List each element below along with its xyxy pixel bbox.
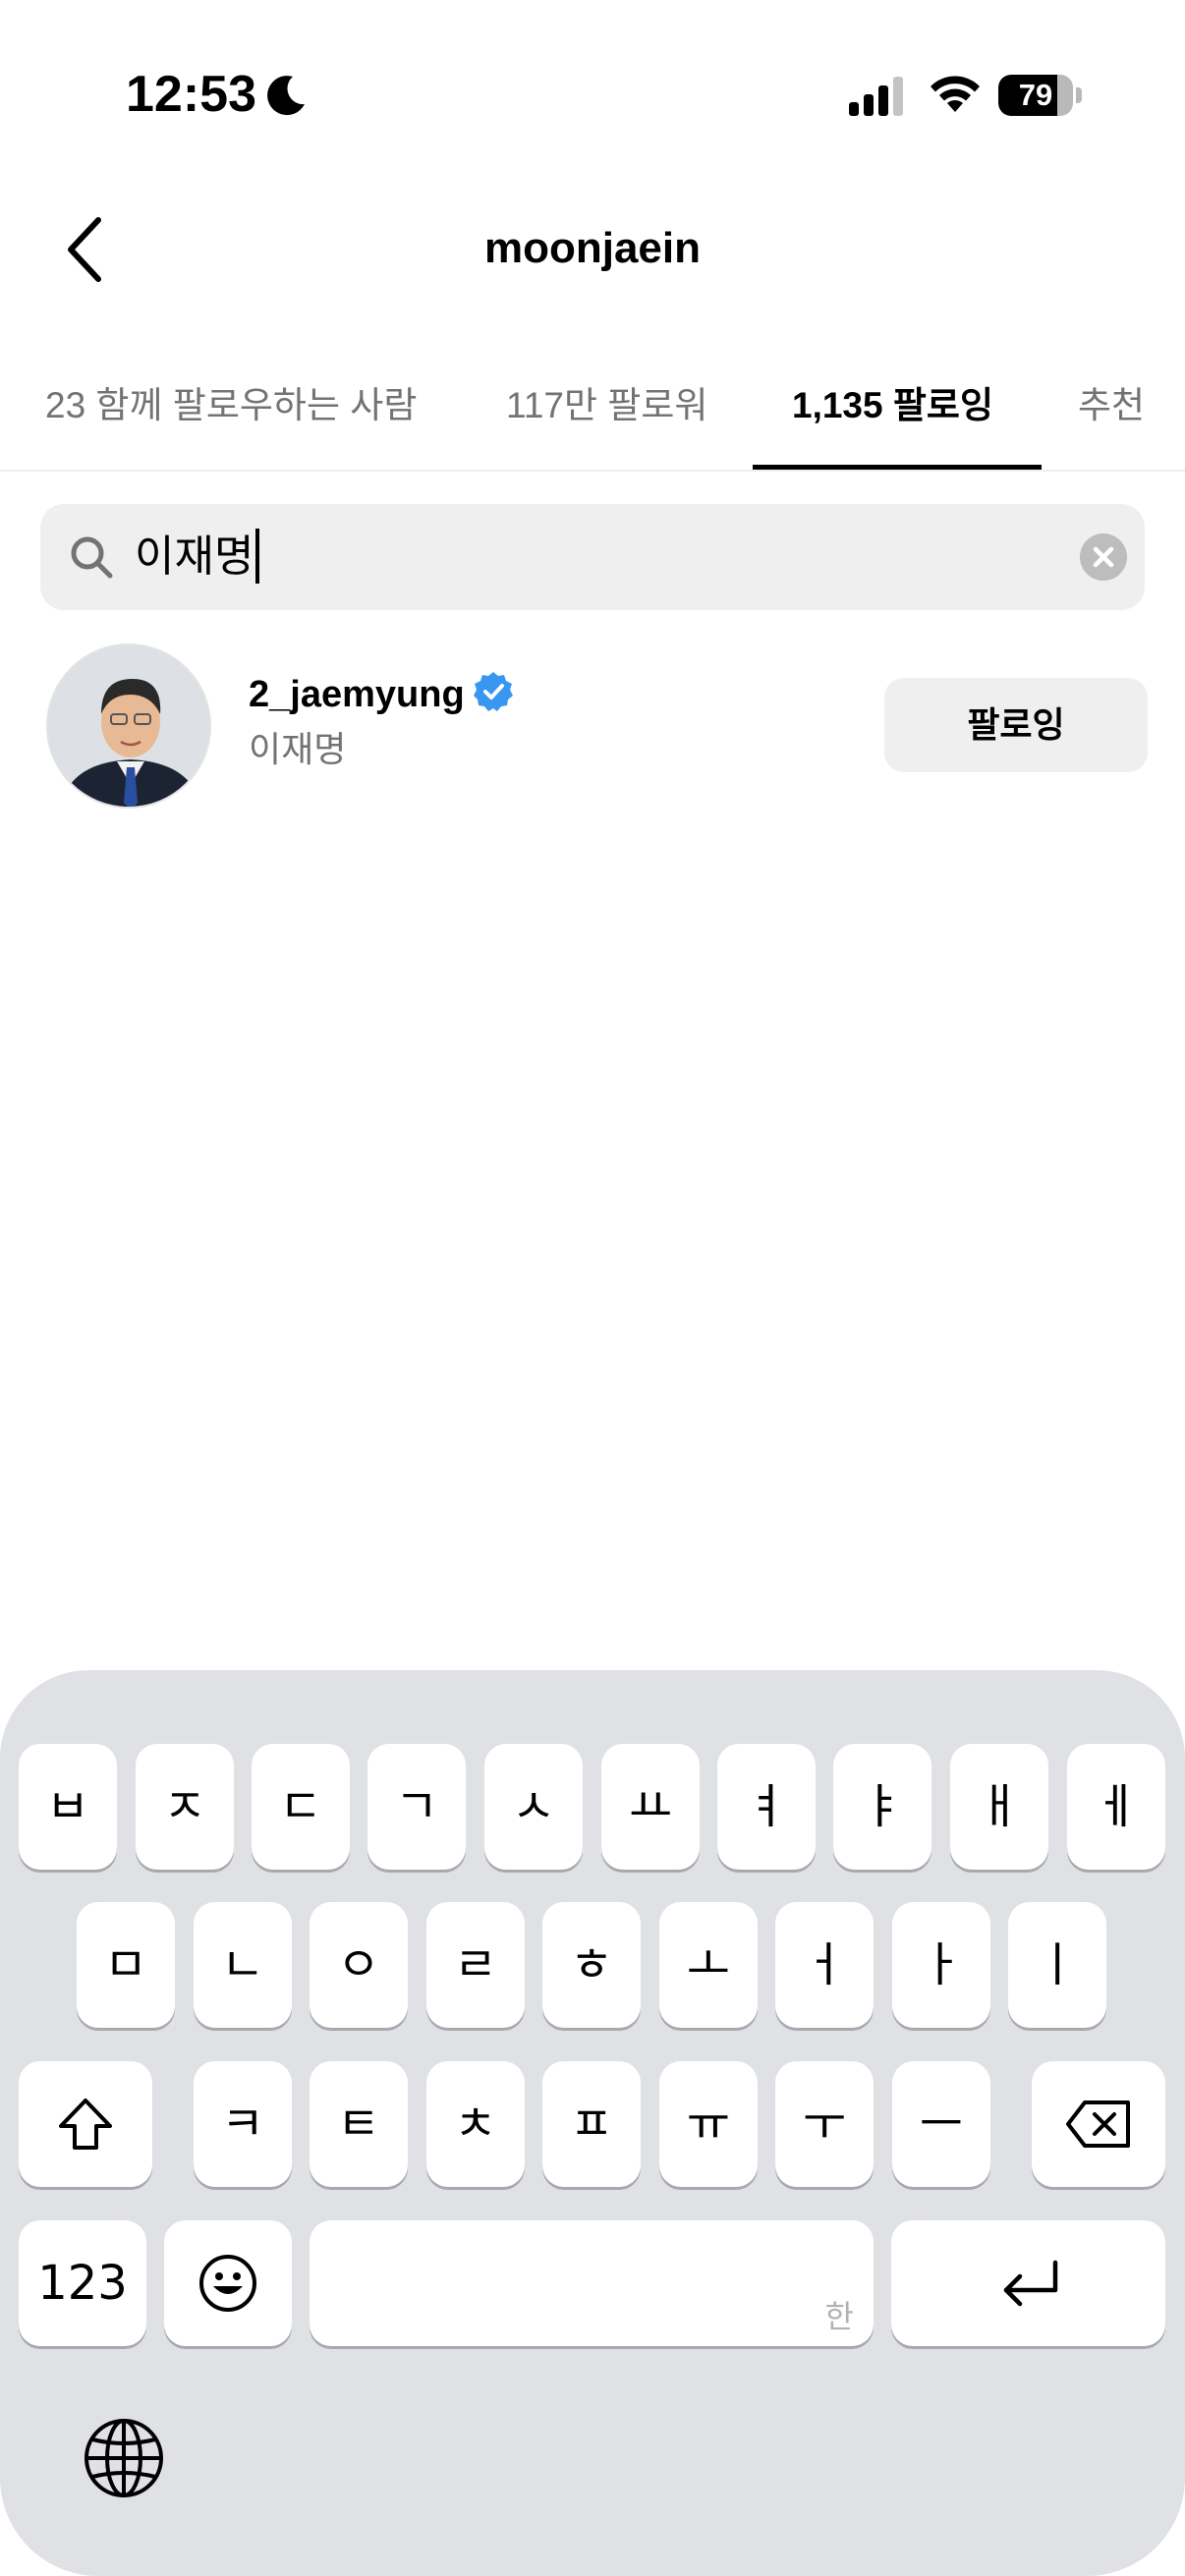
tab-mutual-followers[interactable]: 23 함께 팔로우하는 사람 xyxy=(45,381,417,430)
emoji-key[interactable] xyxy=(164,2220,292,2346)
search-icon xyxy=(71,536,113,579)
verified-badge-icon xyxy=(473,672,513,711)
tab-suggested[interactable]: 추천 xyxy=(1078,381,1145,430)
key-pieup[interactable]: ㅍ xyxy=(542,2061,641,2187)
battery-indicator: 79 xyxy=(998,75,1082,116)
return-icon xyxy=(1003,2260,1057,2307)
key-rieul[interactable]: ㄹ xyxy=(426,1902,525,2028)
wifi-icon xyxy=(931,76,980,112)
key-jieut[interactable]: ㅈ xyxy=(136,1744,234,1870)
key-kieuk[interactable]: ㅋ xyxy=(194,2061,292,2187)
page-title: moonjaein xyxy=(483,224,702,272)
clear-search-icon[interactable] xyxy=(1080,533,1127,581)
key-chieut[interactable]: ㅊ xyxy=(426,2061,525,2187)
key-ieung[interactable]: ㅇ xyxy=(310,1902,408,2028)
numbers-key[interactable]: 123 xyxy=(19,2220,146,2346)
key-o[interactable]: ㅗ xyxy=(659,1902,758,2028)
username-line: 2_jaemyung xyxy=(249,666,514,723)
key-ya[interactable]: ㅑ xyxy=(833,1744,931,1870)
shift-key[interactable] xyxy=(19,2061,152,2187)
delete-key[interactable] xyxy=(1032,2061,1165,2187)
key-yo[interactable]: ㅛ xyxy=(601,1744,700,1870)
username: 2_jaemyung xyxy=(249,674,465,715)
shift-icon xyxy=(59,2099,112,2150)
search-input[interactable]: 이재명 xyxy=(135,526,260,588)
return-key[interactable] xyxy=(891,2220,1165,2346)
tab-following[interactable]: 1,135 팔로잉 xyxy=(792,381,993,430)
emoji-icon xyxy=(199,2255,256,2312)
status-time: 12:53 xyxy=(126,66,256,123)
key-siot[interactable]: ㅅ xyxy=(484,1744,583,1870)
key-bieup[interactable]: ㅂ xyxy=(19,1744,117,1870)
text-cursor xyxy=(255,529,260,585)
keyboard: ㅂ ㅈ ㄷ ㄱ ㅅ ㅛ ㅕ ㅑ ㅐ ㅔ ㅁ ㄴ ㅇ ㄹ ㅎ ㅗ ㅓ ㅏ ㅣ ㅋ … xyxy=(0,1670,1185,2576)
list-item[interactable]: 2_jaemyung 이재명 팔로잉 xyxy=(0,639,1185,813)
space-key[interactable]: 한 xyxy=(310,2220,874,2346)
space-language-hint: 한 xyxy=(824,2298,854,2335)
key-tieut[interactable]: ㅌ xyxy=(310,2061,408,2187)
status-bar: 12:53 79 xyxy=(0,0,1185,187)
cellular-signal-icon xyxy=(849,77,903,116)
header: moonjaein xyxy=(0,187,1185,314)
avatar[interactable] xyxy=(46,644,211,809)
key-hieut[interactable]: ㅎ xyxy=(542,1902,641,2028)
full-name: 이재명 xyxy=(249,729,347,769)
key-nieun[interactable]: ㄴ xyxy=(194,1902,292,2028)
battery-level: 79 xyxy=(1018,78,1053,112)
key-ae[interactable]: ㅐ xyxy=(950,1744,1048,1870)
key-i[interactable]: ㅣ xyxy=(1008,1902,1106,2028)
key-eu[interactable]: ㅡ xyxy=(892,2061,990,2187)
key-eo[interactable]: ㅓ xyxy=(775,1902,874,2028)
key-a[interactable]: ㅏ xyxy=(892,1902,990,2028)
tab-followers[interactable]: 117만 팔로워 xyxy=(506,381,707,430)
search-bar[interactable]: 이재명 xyxy=(40,504,1145,610)
key-digeut[interactable]: ㄷ xyxy=(252,1744,350,1870)
tab-bar: 23 함께 팔로우하는 사람 117만 팔로워 1,135 팔로잉 추천 xyxy=(0,354,1185,472)
key-yeo[interactable]: ㅕ xyxy=(717,1744,816,1870)
active-tab-indicator xyxy=(753,465,1042,470)
key-u[interactable]: ㅜ xyxy=(775,2061,874,2187)
globe-icon[interactable] xyxy=(83,2417,165,2499)
key-mieum[interactable]: ㅁ xyxy=(77,1902,175,2028)
following-button[interactable]: 팔로잉 xyxy=(884,678,1148,772)
key-giyeok[interactable]: ㄱ xyxy=(367,1744,466,1870)
moon-icon xyxy=(267,76,305,116)
key-e[interactable]: ㅔ xyxy=(1067,1744,1165,1870)
backspace-icon xyxy=(1066,2100,1130,2148)
key-yu[interactable]: ㅠ xyxy=(659,2061,758,2187)
